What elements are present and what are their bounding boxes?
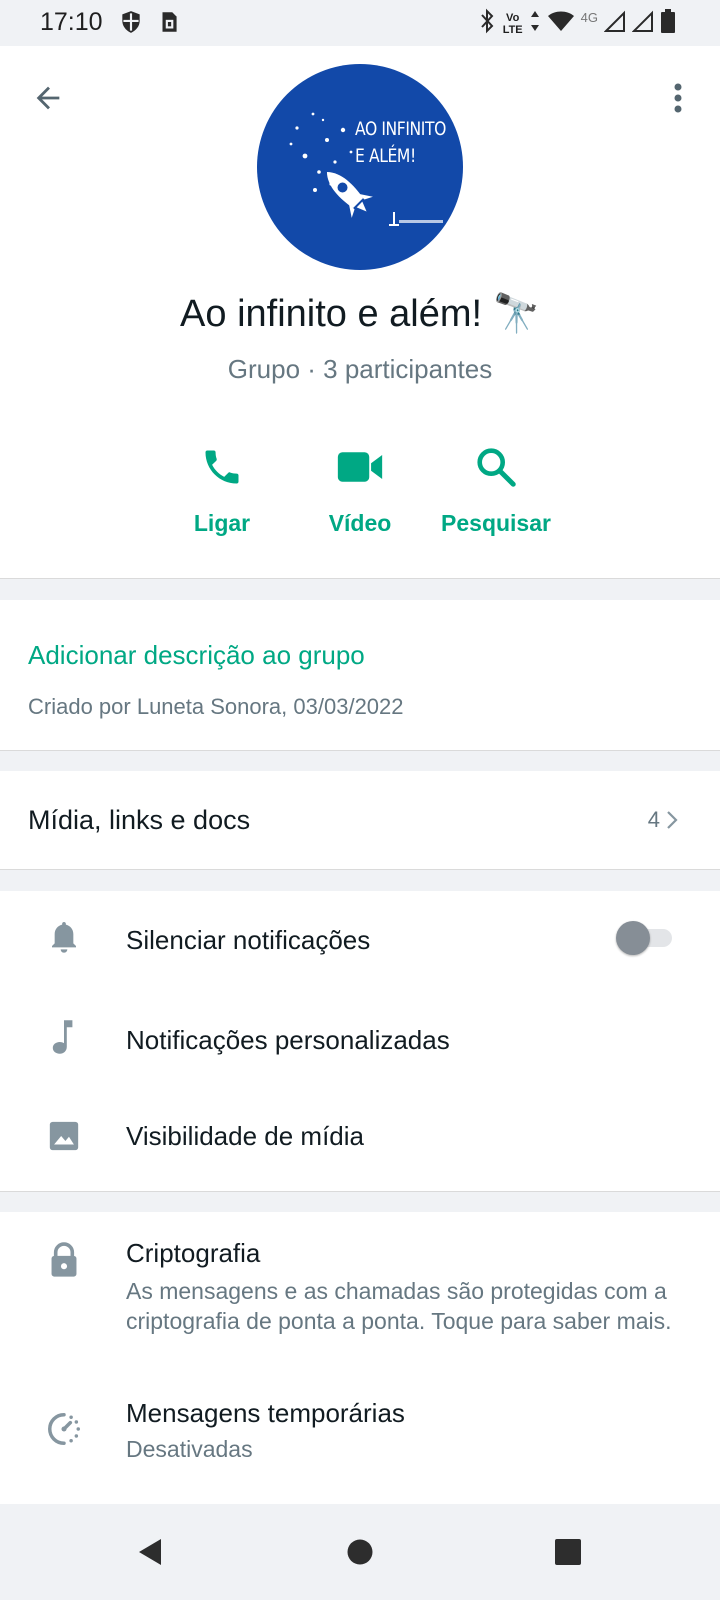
sim-icon [156,9,182,40]
media-links-docs-row[interactable]: Mídia, links e docs 4 [0,771,720,869]
security-settings: Criptografia As mensagens e as chamadas … [0,1212,720,1504]
avatar-line2: E ALÉM! [355,145,416,167]
add-description-link[interactable]: Adicionar descrição ao grupo [28,640,365,671]
signal-icon [603,9,626,38]
lock-icon [51,1242,77,1277]
encryption-description: As mensagens e as chamadas são protegida… [126,1278,672,1334]
more-options-button[interactable] [666,76,690,120]
phone-icon [205,450,239,484]
image-icon [49,1121,79,1151]
media-count-value: 4 [647,807,660,832]
created-by-text: Criado por Luneta Sonora, 03/03/2022 [28,694,404,719]
disappearing-messages-status: Desativadas [126,1436,253,1462]
avatar-line1: AO INFINITO [355,118,446,140]
back-button[interactable] [26,76,70,120]
media-count: 4 [648,807,678,833]
group-title[interactable]: Ao infinito e além! 🔭 [0,292,720,336]
status-bar: 17:10 Vo LTE 4G [0,0,720,46]
disappearing-messages-row[interactable]: Mensagens temporárias Desativadas [0,1372,720,1504]
custom-notifications-row[interactable]: Notificações personalizadas [0,991,720,1091]
encryption-label: Criptografia [126,1238,261,1268]
mute-toggle[interactable] [616,919,672,955]
custom-notifications-label: Notificações personalizadas [126,1025,450,1055]
wifi-icon [547,9,575,38]
group-header: AO INFINITO E ALÉM! Ao infinito e além! … [0,46,720,578]
music-note-icon [52,1020,73,1054]
mute-notifications-label: Silenciar notificações [126,925,371,955]
triangle-back-icon [139,1539,161,1565]
data-arrows-icon [529,9,541,38]
media-links-docs-label: Mídia, links e docs [28,805,251,835]
encryption-row[interactable]: Criptografia As mensagens e as chamadas … [0,1212,720,1372]
arrow-left-icon [36,86,60,110]
media-visibility-row[interactable]: Visibilidade de mídia [0,1091,720,1191]
circle-home-icon [347,1539,373,1565]
group-avatar[interactable]: AO INFINITO E ALÉM! [257,64,463,270]
search-button[interactable]: Pesquisar [426,432,566,537]
timer-icon [48,1413,80,1445]
media-visibility-label: Visibilidade de mídia [126,1121,364,1151]
status-time: 17:10 [40,8,103,36]
avatar-text: AO INFINITO E ALÉM! [355,116,446,170]
network-type-label: 4G [580,10,598,25]
video-icon [337,452,383,482]
mute-notifications-row[interactable]: Silenciar notificações [0,891,720,991]
action-buttons: Ligar Vídeo Pesquisar [0,432,720,562]
square-recents-icon [555,1539,581,1565]
nav-recents-button[interactable] [548,1532,588,1572]
battery-icon [660,8,676,39]
volte-icon: Vo LTE [503,12,523,36]
disappearing-messages-label: Mensagens temporárias [126,1398,405,1428]
volte-top: Vo [506,11,520,24]
system-nav-bar [0,1504,720,1600]
signal-icon [631,9,654,38]
call-label: Ligar [193,510,251,536]
nav-back-button[interactable] [130,1532,170,1572]
search-label: Pesquisar [441,510,551,536]
bluetooth-icon [477,8,497,39]
group-subtitle: Grupo · 3 participantes [227,354,493,384]
search-icon [477,448,516,487]
call-button[interactable]: Ligar [152,432,292,537]
volte-bottom: LTE [502,23,523,36]
bell-icon [52,922,76,953]
chevron-right-icon [667,811,678,829]
shield-icon [118,9,144,40]
video-label: Vídeo [328,510,392,536]
description-section: Adicionar descrição ao grupo Criado por … [0,600,720,750]
more-vert-icon [674,83,682,113]
nav-home-button[interactable] [340,1532,380,1572]
video-button[interactable]: Vídeo [290,432,430,537]
notification-settings: Silenciar notificações Notificações pers… [0,891,720,1191]
